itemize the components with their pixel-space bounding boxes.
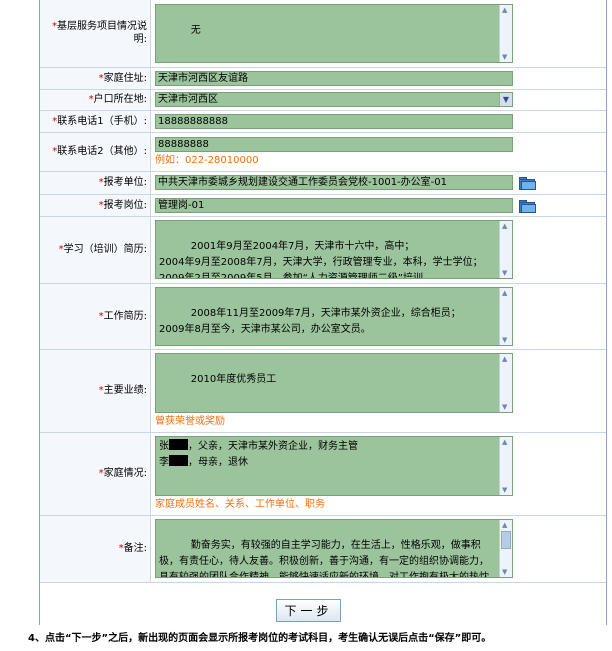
row-basic-service: *基层服务项目情况说明: 无 ▲ ▼ (40, 0, 606, 68)
label-position: *报考岗位: (40, 194, 151, 217)
label-phone1: *联系电话1（手机）: (40, 110, 151, 133)
row-position: *报考岗位: 管理岗-01 (40, 194, 606, 217)
scroll-up-icon[interactable]: ▲ (502, 521, 507, 529)
phone2-input[interactable]: 88888888 (155, 136, 513, 152)
chevron-down-icon[interactable]: ▼ (499, 93, 512, 106)
row-unit: *报考单位: 中共天津市委城乡规划建设交通工作委员会党校-1001-办公室-01 (40, 171, 606, 195)
row-remarks: *备注: 勤奋务实，有较强的自主学习能力，在生活上，性格乐观，做事积极，有责任心… (40, 515, 606, 583)
label-phone2: *联系电话2（其他）: (40, 132, 151, 172)
scroll-thumb[interactable] (501, 531, 511, 549)
folder-open-icon[interactable] (519, 199, 536, 213)
redacted-block (169, 439, 188, 450)
family-hint: 家庭成员姓名、关系、工作单位、职务 (155, 499, 325, 510)
label-achievements: *主要业绩: (40, 349, 151, 433)
row-family: *家庭情况: 张，父亲，天津市某外资企业，财务主管 李，母亲，退休 ▲ ▼ 家庭成… (40, 432, 606, 516)
work-history-textarea[interactable]: 2008年11月至2009年7月，天津市某外资企业，综合柜员； 2009年8月至… (155, 286, 513, 346)
study-history-textarea[interactable]: 2001年9月至2004年7月，天津市十六中，高中； 2004年9月至2008年… (155, 220, 513, 279)
row-hukou: *户口所在地: 天津市河西区 ▼ (40, 89, 606, 111)
scroll-down-icon[interactable]: ▼ (502, 336, 507, 344)
row-achievements: *主要业绩: 2010年度优秀员工 ▲ ▼ 曾获荣誉或奖励 (40, 349, 606, 433)
redacted-block (169, 455, 188, 466)
row-work-history: *工作简历: 2008年11月至2009年7月，天津市某外资企业，综合柜员； 2… (40, 283, 606, 350)
remarks-textarea[interactable]: 勤奋务实，有较强的自主学习能力，在生活上，性格乐观，做事积极，有责任心，待人友善… (155, 519, 513, 578)
family-scrollbar[interactable]: ▲ ▼ (499, 437, 512, 495)
label-remarks: *备注: (40, 515, 151, 583)
scroll-up-icon[interactable]: ▲ (502, 222, 507, 230)
instruction-footer: 4、点击“下一步”之后，新出现的页面会显示所报考岗位的考试科目，考生确认无误后点… (28, 633, 492, 644)
basic-service-scrollbar[interactable]: ▲ ▼ (499, 4, 512, 62)
achievements-hint: 曾获荣誉或奖励 (155, 416, 225, 427)
row-phone1: *联系电话1（手机）: 18888888888 (40, 110, 606, 133)
next-step-button[interactable]: 下一步 (276, 599, 341, 622)
folder-open-icon[interactable] (519, 177, 536, 190)
row-home-address: *家庭住址: 天津市河西区友谊路 (40, 67, 606, 90)
scroll-up-icon[interactable]: ▲ (502, 355, 507, 363)
achievements-textarea[interactable]: 2010年度优秀员工 ▲ ▼ (155, 353, 513, 413)
scroll-up-icon[interactable]: ▲ (502, 289, 507, 297)
family-line-1: 张，父亲，天津市某外资企业，财务主管 (159, 439, 358, 452)
hukou-select[interactable]: 天津市河西区 ▼ (155, 92, 513, 107)
registration-form-frame: *基层服务项目情况说明: 无 ▲ ▼ *家庭住址: 天津市河西区友谊路 *户口所在… (39, 0, 607, 625)
scroll-down-icon[interactable]: ▼ (502, 486, 507, 494)
achievements-scrollbar[interactable]: ▲ ▼ (499, 354, 512, 412)
home-address-input[interactable]: 天津市河西区友谊路 (155, 70, 513, 86)
scroll-up-icon[interactable]: ▲ (502, 6, 507, 14)
remarks-scrollbar[interactable]: ▲ ▼ (499, 520, 512, 577)
row-phone2: *联系电话2（其他）: 88888888 例如：022-28010000 (40, 132, 606, 172)
position-input[interactable]: 管理岗-01 (155, 197, 513, 213)
row-study-history: *学习（培训）简历: 2001年9月至2004年7月，天津市十六中，高中； 20… (40, 216, 606, 284)
work-history-scrollbar[interactable]: ▲ ▼ (499, 287, 512, 345)
phone2-hint: 例如：022-28010000 (155, 154, 259, 166)
label-unit: *报考单位: (40, 171, 151, 195)
label-home-address: *家庭住址: (40, 67, 151, 90)
study-history-scrollbar[interactable]: ▲ ▼ (499, 221, 512, 278)
label-hukou: *户口所在地: (40, 89, 151, 111)
phone1-input[interactable]: 18888888888 (155, 113, 513, 129)
label-basic-service: *基层服务项目情况说明: (40, 0, 151, 68)
scroll-down-icon[interactable]: ▼ (502, 53, 507, 61)
registration-form-table: *基层服务项目情况说明: 无 ▲ ▼ *家庭住址: 天津市河西区友谊路 *户口所在… (40, 0, 606, 583)
label-family: *家庭情况: (40, 432, 151, 516)
scroll-down-icon[interactable]: ▼ (502, 269, 507, 277)
scroll-down-icon[interactable]: ▼ (502, 568, 507, 576)
scroll-down-icon[interactable]: ▼ (502, 403, 507, 411)
label-study-history: *学习（培训）简历: (40, 216, 151, 284)
unit-input[interactable]: 中共天津市委城乡规划建设交通工作委员会党校-1001-办公室-01 (155, 175, 513, 190)
label-work-history: *工作简历: (40, 283, 151, 350)
family-textarea[interactable]: 张，父亲，天津市某外资企业，财务主管 李，母亲，退休 ▲ ▼ (155, 436, 513, 496)
basic-service-textarea[interactable]: 无 ▲ ▼ (155, 3, 513, 63)
family-line-2: 李，母亲，退休 (159, 455, 248, 468)
scroll-up-icon[interactable]: ▲ (502, 438, 507, 446)
